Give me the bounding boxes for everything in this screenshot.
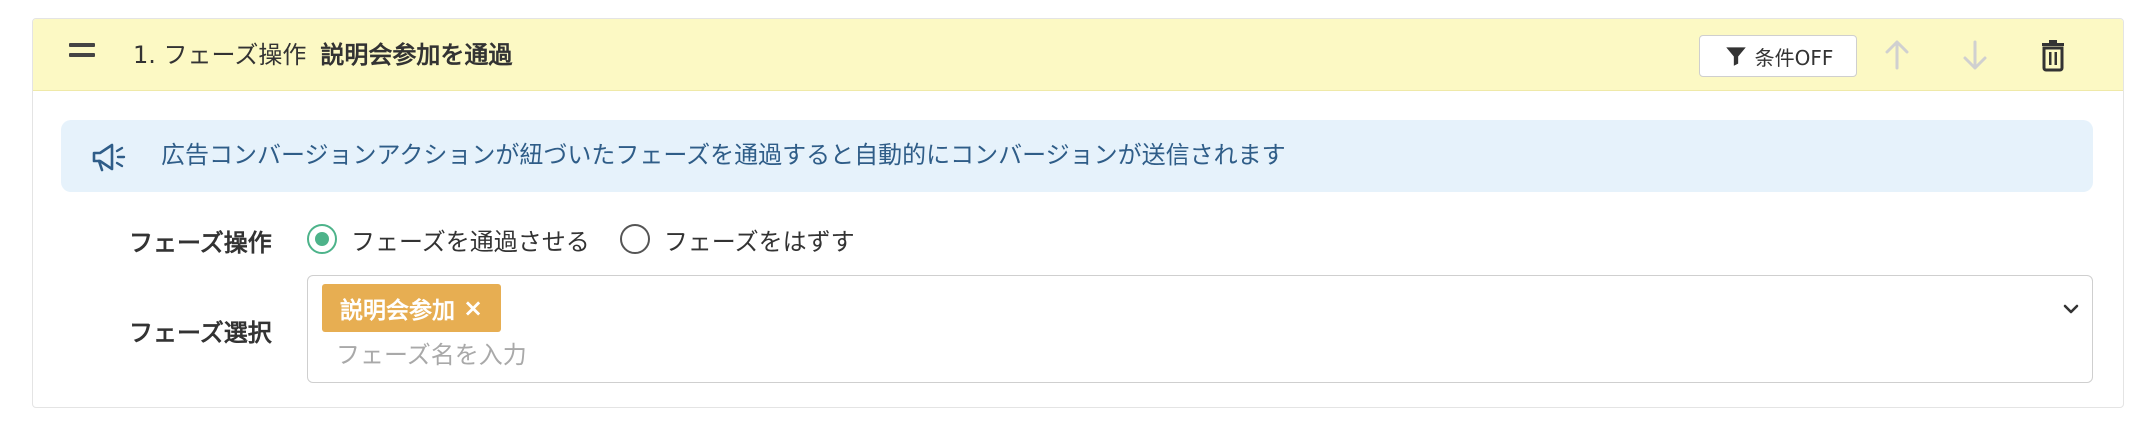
filter-icon: [1725, 47, 1746, 66]
phase-search-input[interactable]: [336, 336, 1936, 374]
arrow-down-icon: [1963, 40, 1987, 70]
arrow-up-icon: [1885, 40, 1909, 70]
phase-operation-card: 1. フェーズ操作 説明会参加を通過 条件OFF 広告コンバージョンアクションが…: [32, 18, 2124, 408]
selected-phase-tag: 説明会参加 ×: [322, 284, 502, 332]
condition-button-label: 条件OFF: [1754, 45, 1834, 70]
radio-label-pass-phase: フェーズを通過させる: [351, 227, 590, 256]
tag-label: 説明会参加: [340, 298, 455, 324]
radio-button-checked[interactable]: [307, 224, 337, 254]
condition-toggle-button[interactable]: 条件OFF: [1699, 35, 1857, 77]
card-title: 1. フェーズ操作 説明会参加を通過: [133, 39, 512, 71]
delete-button[interactable]: [2033, 35, 2073, 75]
phase-operation-label: フェーズ操作: [129, 229, 272, 257]
step-label: 1. フェーズ操作: [133, 41, 307, 69]
move-down-button[interactable]: [1955, 35, 1995, 75]
action-name: 説明会参加を通過: [320, 41, 513, 69]
megaphone-icon: [92, 143, 126, 172]
move-up-button[interactable]: [1877, 35, 1917, 75]
card-header: 1. フェーズ操作 説明会参加を通過 条件OFF: [33, 19, 2123, 91]
phase-multiselect[interactable]: 説明会参加 ×: [307, 275, 2093, 383]
radio-button-unchecked[interactable]: [619, 224, 650, 254]
trash-icon: [2042, 40, 2064, 72]
info-banner: 広告コンバージョンアクションが紐づいたフェーズを通過すると自動的にコンバージョン…: [61, 120, 2093, 192]
radio-option-pass-phase[interactable]: フェーズを通過させる: [307, 222, 590, 257]
info-message: 広告コンバージョンアクションが紐づいたフェーズを通過すると自動的にコンバージョン…: [161, 141, 1286, 169]
radio-option-remove-phase[interactable]: フェーズをはずす: [619, 222, 855, 257]
phase-select-label: フェーズ選択: [129, 319, 272, 347]
radio-label-remove-phase: フェーズをはずす: [663, 227, 855, 256]
chevron-down-icon[interactable]: [2060, 298, 2082, 320]
phase-operation-radio-group: フェーズを通過させる フェーズをはずす: [307, 219, 885, 259]
drag-handle-icon[interactable]: [69, 43, 95, 59]
tag-remove-icon[interactable]: ×: [463, 294, 483, 322]
